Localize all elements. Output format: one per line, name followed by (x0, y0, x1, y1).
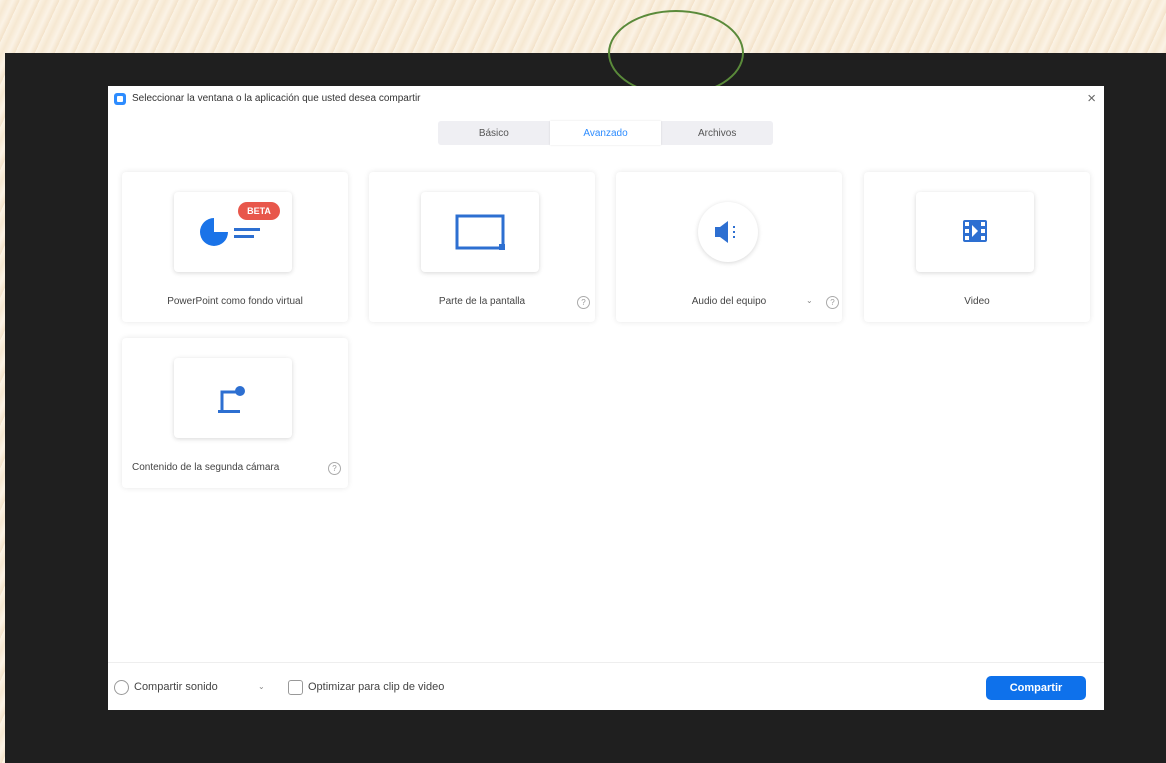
screen-portion-icon (455, 214, 505, 250)
help-icon[interactable]: ? (577, 296, 590, 309)
option-label: PowerPoint como fondo virtual (167, 296, 303, 307)
optimize-video-checkbox[interactable] (288, 680, 303, 695)
option-screen-portion[interactable]: Parte de la pantalla ? (369, 172, 595, 322)
share-sound-checkbox[interactable] (114, 680, 129, 695)
option-icon-box: BETA (174, 192, 292, 272)
tab-avanzado[interactable]: Avanzado (549, 121, 662, 145)
share-button[interactable]: Compartir (986, 676, 1086, 700)
help-icon[interactable]: ? (328, 462, 341, 475)
option-icon-box (916, 192, 1034, 272)
tab-bar: Básico Avanzado Archivos (438, 121, 773, 145)
second-camera-icon (218, 386, 245, 413)
share-sound-label: Compartir sonido (134, 681, 218, 693)
footer: Compartir sonido ⌄ Optimizar para clip d… (108, 674, 1104, 702)
help-icon[interactable]: ? (826, 296, 839, 309)
option-video[interactable]: Video (864, 172, 1090, 322)
option-icon-box (421, 192, 539, 272)
footer-divider (108, 662, 1104, 663)
computer-audio-icon (715, 221, 735, 243)
video-file-icon (963, 220, 987, 242)
chevron-down-icon[interactable]: ⌄ (806, 296, 813, 305)
share-screen-dialog: Seleccionar la ventana o la aplicación q… (108, 86, 1104, 710)
optimize-video-label: Optimizar para clip de video (308, 681, 445, 693)
annotation-circle (608, 10, 744, 96)
window-title: Seleccionar la ventana o la aplicación q… (132, 93, 421, 104)
option-computer-audio[interactable]: Audio del equipo ⌄ ? (616, 172, 842, 322)
tab-archivos[interactable]: Archivos (661, 121, 773, 145)
option-label: Contenido de la segunda cámara (132, 462, 280, 473)
close-icon[interactable]: × (1087, 90, 1096, 108)
zoom-app-icon (114, 93, 126, 105)
option-label: Video (964, 296, 990, 307)
option-second-camera[interactable]: Contenido de la segunda cámara ? (122, 338, 348, 488)
option-powerpoint-virtual-background[interactable]: BETA PowerPoint como fondo virtual (122, 172, 348, 322)
option-icon-box (174, 358, 292, 438)
beta-badge: BETA (238, 202, 280, 220)
titlebar: Seleccionar la ventana o la aplicación q… (108, 86, 1104, 114)
tab-basico[interactable]: Básico (438, 121, 550, 145)
chevron-down-icon[interactable]: ⌄ (258, 682, 265, 691)
option-icon-box (698, 202, 758, 262)
option-label: Parte de la pantalla (438, 296, 526, 307)
